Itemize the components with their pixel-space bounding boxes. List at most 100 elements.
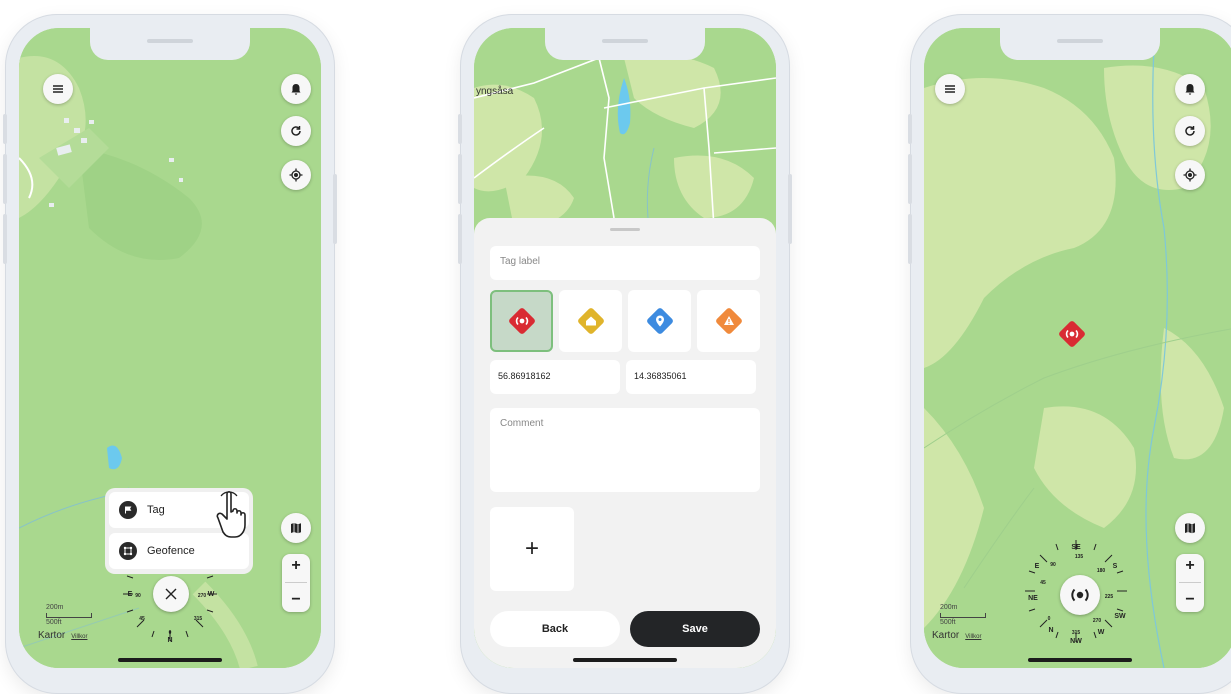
pin-icon [646, 308, 673, 334]
phone-1: + − Tag Geofence N E W 45 315 90 270 0 2… [3, 14, 337, 694]
compass-label: E [128, 591, 133, 598]
plus-icon: + [524, 535, 539, 562]
signal-icon [1071, 588, 1089, 602]
attribution-logo: Kartor [932, 630, 960, 641]
bell-icon [291, 84, 301, 95]
screen: yngsåsa Tag label 56.86918162 14.3683506… [474, 28, 776, 668]
compass-label: W [208, 591, 215, 598]
close-menu-button[interactable] [153, 576, 189, 612]
tag-marker[interactable] [1056, 318, 1088, 350]
screen: + − SE E S NE SW N W NW 135 90 180 45 22… [924, 28, 1231, 668]
icon-option-home[interactable] [559, 290, 622, 352]
latitude-input[interactable]: 56.86918162 [490, 360, 620, 394]
notch [90, 28, 250, 60]
scale-bar: 200m 500ft [940, 604, 986, 627]
compass-label: NE [1028, 595, 1038, 602]
map-place-label: yngsåsa [476, 85, 514, 97]
compass-label: 270 [1093, 618, 1102, 624]
refresh-icon [291, 126, 301, 136]
refresh-icon [1185, 126, 1195, 136]
tag-form-sheet: Tag label 56.86918162 14.36835061 Commen… [474, 218, 776, 668]
compass-label: 315 [194, 616, 203, 622]
crosshair-icon [289, 168, 303, 182]
compass-label: 45 [139, 616, 145, 622]
phone-3: + − SE E S NE SW N W NW 135 90 180 45 22… [908, 14, 1231, 694]
compass-label: 0 [1048, 616, 1051, 622]
warning-icon [715, 308, 742, 334]
attribution: Kartor Villkor [932, 630, 981, 641]
compass-label: 180 [1097, 568, 1106, 574]
home-icon [577, 308, 604, 334]
longitude-value: 14.36835061 [634, 371, 687, 381]
scale-bottom-label: 500ft [46, 619, 62, 626]
compass-label: 135 [1075, 554, 1084, 560]
compass-label: SW [1114, 613, 1126, 620]
flag-icon [119, 501, 137, 519]
notch [1000, 28, 1160, 60]
comment-textarea[interactable]: Comment [490, 408, 760, 492]
zoom-control: + − [282, 554, 310, 612]
compass-label: W [1098, 629, 1105, 636]
latitude-value: 56.86918162 [498, 371, 551, 381]
scale-top-label: 200m [46, 604, 64, 611]
compass-label: E [1035, 563, 1040, 570]
close-icon [165, 588, 177, 600]
terms-link[interactable]: Villkor [965, 634, 981, 640]
compass-label: S [1113, 563, 1118, 570]
icon-option-warning[interactable] [697, 290, 760, 352]
compass-label: 90 [135, 593, 141, 599]
icon-option-pin[interactable] [628, 290, 691, 352]
zoom-in-button[interactable]: + [1185, 558, 1194, 574]
locate-button[interactable] [1175, 160, 1205, 190]
compass-label: NW [1070, 638, 1082, 645]
save-button[interactable]: Save [630, 611, 760, 647]
compass-label: 315 [1072, 630, 1081, 636]
back-button-label: Back [541, 623, 569, 635]
hamburger-icon [53, 85, 63, 93]
back-button[interactable]: Back [490, 611, 620, 647]
sheet-handle[interactable] [610, 228, 640, 231]
refresh-button[interactable] [281, 116, 311, 146]
recenter-tag-button[interactable] [1060, 575, 1100, 615]
tag-label-placeholder: Tag label [500, 256, 541, 267]
compass-label: 270 [198, 593, 207, 599]
map-icon [1185, 523, 1195, 534]
compass-label: 45 [1040, 580, 1046, 586]
signal-icon [508, 308, 535, 334]
notifications-button[interactable] [1175, 74, 1205, 104]
icon-option-signal[interactable] [490, 290, 553, 352]
compass-label: SE [1071, 544, 1081, 551]
add-photo-button[interactable]: + [490, 507, 574, 591]
hamburger-icon [945, 85, 955, 93]
compass-label: N [167, 637, 172, 644]
zoom-out-button[interactable]: − [291, 591, 300, 608]
bell-icon [1185, 84, 1195, 95]
locate-button[interactable] [281, 160, 311, 190]
terms-link[interactable]: Villkor [71, 634, 87, 640]
map-layers-button[interactable] [281, 513, 311, 543]
hand-cursor-icon [216, 490, 246, 538]
scale-top-label: 200m [940, 604, 958, 611]
home-indicator [118, 658, 222, 662]
geofence-icon [119, 542, 137, 560]
notifications-button[interactable] [281, 74, 311, 104]
home-indicator [573, 658, 677, 662]
menu-button[interactable] [43, 74, 73, 104]
compass-label: 90 [1050, 562, 1056, 568]
phone-2: yngsåsa Tag label 56.86918162 14.3683506… [458, 14, 792, 694]
map-layers-button[interactable] [1175, 513, 1205, 543]
crosshair-icon [1183, 168, 1197, 182]
longitude-input[interactable]: 14.36835061 [626, 360, 756, 394]
scale-bottom-label: 500ft [940, 619, 956, 626]
scale-bar: 200m 500ft [46, 604, 92, 627]
compass-label: 0 [169, 630, 172, 636]
zoom-control: + − [1176, 554, 1204, 612]
zoom-out-button[interactable]: − [1185, 591, 1194, 608]
compass-label: N [1048, 627, 1053, 634]
tag-label-input[interactable]: Tag label [490, 246, 760, 280]
notch [545, 28, 705, 60]
screen: + − Tag Geofence N E W 45 315 90 270 0 2… [19, 28, 321, 668]
menu-button[interactable] [935, 74, 965, 104]
zoom-in-button[interactable]: + [291, 558, 300, 574]
refresh-button[interactable] [1175, 116, 1205, 146]
